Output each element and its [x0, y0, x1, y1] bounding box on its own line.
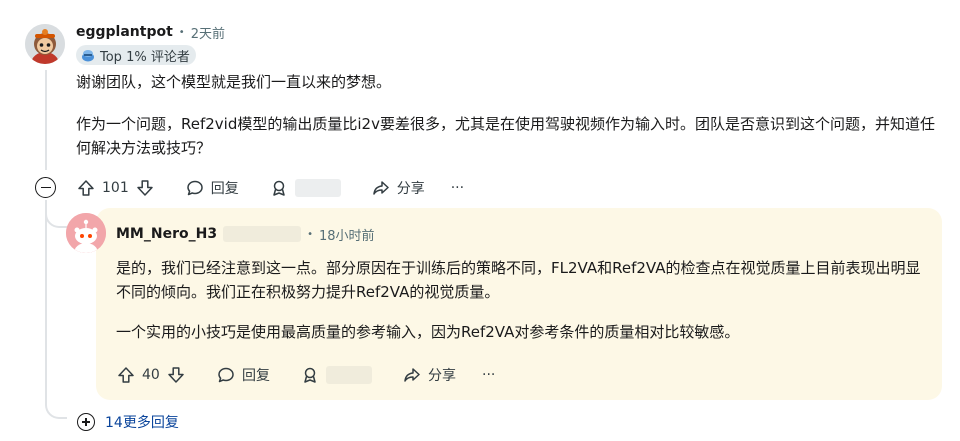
user-flair-redacted: [223, 226, 302, 242]
separator-dot: •: [307, 228, 313, 240]
more-options-icon: ···: [482, 367, 496, 383]
flair-text: Top 1% 评论者: [100, 49, 190, 65]
downvote-icon[interactable]: [166, 365, 186, 385]
award-button[interactable]: [300, 365, 372, 385]
award-label-redacted: [326, 366, 372, 384]
reply-label: 回复: [242, 368, 270, 384]
comment-body: 谢谢团队，这个模型就是我们一直以来的梦想。 作为一个问题，Ref2vid模型的输…: [76, 70, 936, 178]
more-replies-label: 14更多回复: [105, 415, 179, 431]
share-button[interactable]: 分享: [402, 365, 456, 385]
upvote-icon[interactable]: [116, 365, 136, 385]
comment-body: 是的，我们已经注意到这一点。部分原因在于训练后的策略不同，FL2VA和Ref2V…: [116, 256, 926, 360]
avatar[interactable]: [66, 213, 106, 253]
vote-group: 101: [76, 178, 155, 198]
more-options-icon: ···: [450, 180, 465, 196]
thread-connector-more: [45, 200, 67, 419]
plus-circle-icon: [77, 413, 95, 431]
timestamp[interactable]: 2天前: [191, 23, 225, 42]
comment-paragraph: 谢谢团队，这个模型就是我们一直以来的梦想。: [76, 73, 392, 91]
comment-paragraph: 作为一个问题，Ref2vid模型的输出质量比i2v要差很多，尤其是在使用驾驶视频…: [76, 115, 935, 157]
share-label: 分享: [396, 181, 425, 197]
award-icon: [300, 365, 320, 385]
comment-paragraph: 一个实用的小技巧是使用最高质量的参考输入，因为Ref2VA对参考条件的质量相对比…: [116, 323, 740, 341]
award-icon: [269, 178, 289, 198]
reply-button[interactable]: 回复: [216, 365, 270, 385]
award-label-redacted: [294, 179, 341, 197]
more-options-button[interactable]: ···: [451, 180, 464, 196]
share-button[interactable]: 分享: [371, 178, 425, 198]
comment-paragraph: 是的，我们已经注意到这一点。部分原因在于训练后的策略不同，FL2VA和Ref2V…: [116, 259, 921, 301]
downvote-icon[interactable]: [135, 178, 155, 198]
upvote-icon[interactable]: [76, 178, 96, 198]
more-options-button[interactable]: ···: [482, 367, 495, 383]
collapse-thread-button[interactable]: [35, 177, 56, 198]
snoo-avatar-icon: [25, 24, 65, 64]
more-replies-button[interactable]: 14更多回复: [77, 412, 179, 432]
thread-line: [45, 70, 47, 170]
top-commenter-icon: [80, 47, 96, 63]
separator-dot: •: [178, 26, 185, 38]
username[interactable]: eggplantpot: [76, 24, 173, 40]
award-button[interactable]: [269, 178, 341, 198]
comment-bubble-icon: [185, 178, 205, 198]
share-icon: [402, 365, 422, 385]
avatar[interactable]: [25, 24, 65, 64]
reply-button[interactable]: 回复: [185, 178, 239, 198]
share-icon: [371, 178, 391, 198]
username[interactable]: MM_Nero_H3: [116, 226, 217, 242]
comment-header: MM_Nero_H3 • 18小时前: [116, 224, 375, 244]
user-flair: Top 1% 评论者: [76, 45, 196, 65]
comment-bubble-icon: [216, 365, 236, 385]
share-label: 分享: [428, 368, 456, 384]
comment-actions: 101 回复 分享 ···: [76, 176, 478, 200]
comment-actions: 40 回复 分享 ···: [116, 363, 509, 387]
vote-group: 40: [116, 365, 186, 385]
snoo-avatar-icon: [66, 213, 106, 253]
vote-count: 101: [102, 180, 129, 196]
reply-label: 回复: [210, 181, 239, 197]
comment-header: eggplantpot • 2天前: [76, 22, 225, 42]
vote-count: 40: [142, 367, 160, 383]
timestamp[interactable]: 18小时前: [319, 225, 375, 244]
